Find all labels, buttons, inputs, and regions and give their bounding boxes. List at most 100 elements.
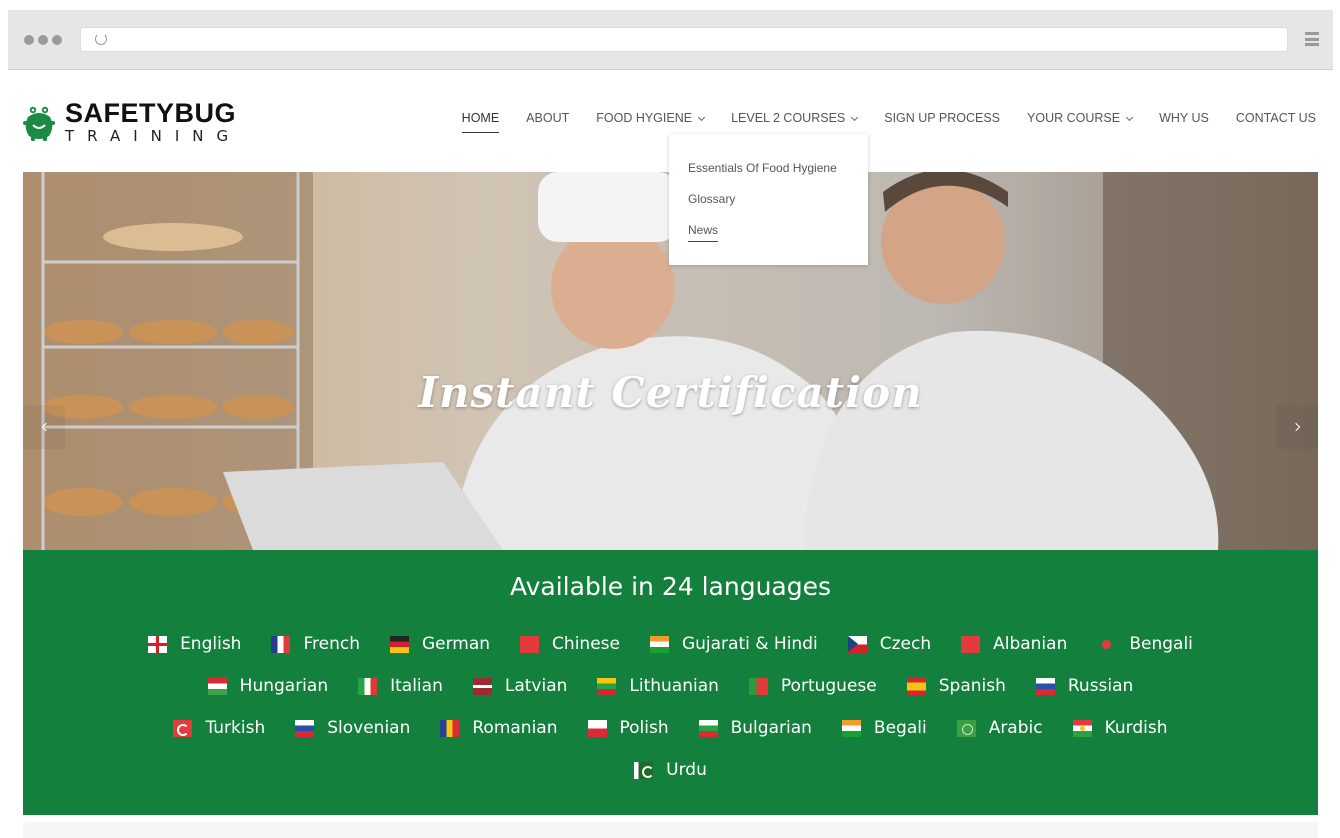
italy-flag-icon <box>358 677 378 695</box>
kurdistan-flag-icon <box>1072 719 1092 737</box>
language-label: Portuguese <box>780 676 877 696</box>
chevron-down-icon <box>851 113 859 121</box>
spain-flag-icon <box>906 677 926 695</box>
language-item: Spanish <box>906 676 1006 696</box>
logo[interactable]: SAFETYBUG TRAINING <box>22 100 241 145</box>
slider-prev-button[interactable] <box>23 405 65 449</box>
language-item: Gujarati & Hindi <box>649 634 818 654</box>
chevron-right-icon <box>1291 422 1300 432</box>
india-flag-icon <box>649 635 669 653</box>
language-item: Begali <box>841 718 927 738</box>
language-item: Albanian <box>961 634 1067 654</box>
language-row: Urdu <box>23 760 1318 780</box>
food-hygiene-dropdown: Essentials Of Food Hygiene Glossary News <box>669 134 868 265</box>
slider-next-button[interactable] <box>1276 405 1318 449</box>
bangladesh-flag-icon <box>1097 635 1117 653</box>
language-label: German <box>421 634 491 654</box>
language-label: Lithuanian <box>629 676 719 696</box>
nav-item-sign-up-process[interactable]: SIGN UP PROCESS <box>884 108 1000 128</box>
language-label: Chinese <box>552 634 620 654</box>
language-label: Urdu <box>666 760 707 780</box>
germany-flag-icon <box>389 635 409 653</box>
language-item: Portuguese <box>748 676 877 696</box>
language-item: Arabic <box>956 718 1043 738</box>
nav-item-contact-us[interactable]: CONTACT US <box>1236 108 1316 128</box>
language-label: Turkish <box>205 718 266 738</box>
language-row: Hungarian Italian Latvian Lithuanian Portugu… <box>23 676 1318 696</box>
main-nav: HOME ABOUT FOOD HYGIENE LEVEL 2 COURSES … <box>435 108 1316 133</box>
czech-flag-icon <box>847 635 867 653</box>
language-item: Kurdish <box>1072 718 1168 738</box>
turkey-flag-icon <box>173 719 193 737</box>
dropdown-item-essentials[interactable]: Essentials Of Food Hygiene <box>669 161 868 192</box>
language-label: Russian <box>1067 676 1134 696</box>
language-item: Italian <box>358 676 443 696</box>
language-label: Arabic <box>988 718 1043 738</box>
reload-icon[interactable] <box>95 33 107 45</box>
albania-flag-icon <box>961 635 981 653</box>
nav-item-level-2-courses[interactable]: LEVEL 2 COURSES <box>731 108 859 128</box>
window-dot[interactable] <box>38 35 48 45</box>
language-label: Gujarati & Hindi <box>681 634 818 654</box>
language-item: Lithuanian <box>597 676 719 696</box>
bulgaria-flag-icon <box>698 719 718 737</box>
language-label: French <box>303 634 360 654</box>
language-item: Bengali <box>1097 634 1193 654</box>
language-item: Polish <box>587 718 669 738</box>
language-label: Latvian <box>504 676 568 696</box>
nav-item-why-us[interactable]: WHY US <box>1159 108 1209 128</box>
window-dot[interactable] <box>24 35 34 45</box>
language-label: Polish <box>619 718 669 738</box>
india-flag-icon <box>841 719 861 737</box>
logo-subtitle: TRAINING <box>65 127 242 145</box>
language-item: Hungarian <box>207 676 329 696</box>
language-item: Slovenian <box>295 718 410 738</box>
hungary-flag-icon <box>207 677 227 695</box>
france-flag-icon <box>271 635 291 653</box>
slovenia-flag-icon <box>295 719 315 737</box>
language-item: Chinese <box>520 634 620 654</box>
language-item: Czech <box>847 634 931 654</box>
portugal-flag-icon <box>748 677 768 695</box>
language-item: French <box>271 634 360 654</box>
nav-item-about[interactable]: ABOUT <box>526 108 569 128</box>
dropdown-item-news[interactable]: News <box>669 223 868 254</box>
dropdown-item-glossary[interactable]: Glossary <box>669 192 868 223</box>
china-flag-icon <box>520 635 540 653</box>
language-item: English <box>148 634 241 654</box>
language-item: Romanian <box>440 718 558 738</box>
language-item: Urdu <box>634 760 707 780</box>
menu-icon[interactable] <box>1305 32 1319 46</box>
language-label: Kurdish <box>1104 718 1168 738</box>
pakistan-flag-icon <box>634 761 654 779</box>
language-label: Spanish <box>938 676 1006 696</box>
language-item: Latvian <box>472 676 568 696</box>
language-label: English <box>180 634 242 654</box>
hero-title: Instant Certification <box>418 368 923 417</box>
nav-item-your-course[interactable]: YOUR COURSE <box>1027 108 1134 128</box>
russia-flag-icon <box>1035 677 1055 695</box>
lithuania-flag-icon <box>597 677 617 695</box>
nav-item-food-hygiene[interactable]: FOOD HYGIENE <box>596 108 706 128</box>
language-item: German <box>389 634 491 654</box>
language-row: Turkish Slovenian Romanian Polish Bulgarian B… <box>23 718 1318 738</box>
language-label: Bengali <box>1129 634 1193 654</box>
language-label: Hungarian <box>239 676 329 696</box>
romania-flag-icon <box>440 719 460 737</box>
english-flag-icon <box>148 635 168 653</box>
chevron-left-icon <box>41 422 50 432</box>
language-label: Romanian <box>472 718 558 738</box>
window-dot[interactable] <box>52 35 62 45</box>
address-bar[interactable] <box>80 27 1288 52</box>
language-label: Albanian <box>993 634 1068 654</box>
language-label: Begali <box>873 718 927 738</box>
nav-item-home[interactable]: HOME <box>461 108 499 133</box>
language-row: English French German Chinese Gujarati & Hin… <box>23 634 1318 654</box>
poland-flag-icon <box>587 719 607 737</box>
window-controls[interactable] <box>24 35 62 45</box>
bug-mascot-icon <box>22 105 56 141</box>
language-item: Bulgarian <box>698 718 812 738</box>
latvia-flag-icon <box>472 677 492 695</box>
language-item: Russian <box>1035 676 1134 696</box>
languages-heading: Available in 24 languages <box>509 572 832 601</box>
